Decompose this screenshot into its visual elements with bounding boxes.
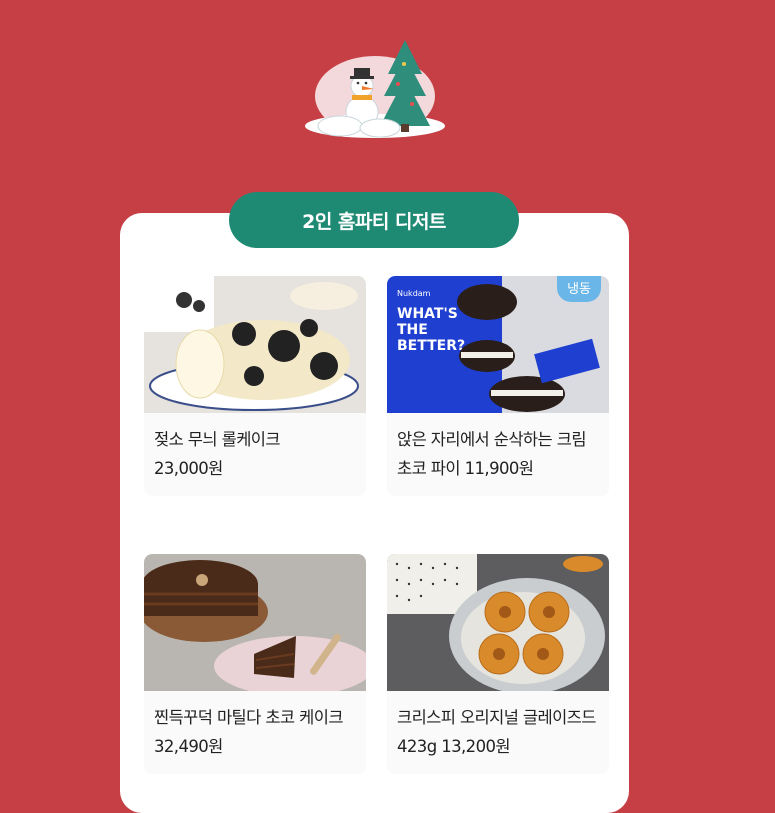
snowman-tree-illustration: [300, 34, 450, 142]
product-item-roll-cake[interactable]: 젖소 무늬 롤케이크 23,000원: [144, 276, 366, 496]
product-image[interactable]: [144, 276, 366, 413]
frozen-badge: 냉동: [557, 276, 601, 302]
product-name[interactable]: 젖소 무늬 롤케이크: [154, 430, 281, 449]
section-title-pill: 2인 홈파티 디저트: [229, 192, 519, 248]
product-price: 32,490원: [154, 737, 223, 756]
product-item-choco-pie[interactable]: Nukdam WHAT'S THE BETTER? 냉동 앉은 자리에서 순삭하…: [387, 276, 609, 496]
package-text-line-1: WHAT'S: [397, 306, 458, 322]
product-image[interactable]: [387, 554, 609, 691]
product-price: 11,900원: [464, 459, 534, 478]
product-price: 13,200원: [441, 737, 510, 756]
product-price: 23,000원: [154, 459, 223, 478]
package-text-line-2: THE: [397, 322, 428, 338]
product-item-glazed-donut[interactable]: 크리스피 오리지널 글레이즈드 423g 13,200원: [387, 554, 609, 774]
product-image[interactable]: [144, 554, 366, 691]
package-text-line-3: BETTER?: [397, 338, 465, 354]
product-item-chocolate-cake[interactable]: 찐득꾸덕 마틸다 초코 케이크 32,490원: [144, 554, 366, 774]
product-name[interactable]: 찐득꾸덕 마틸다 초코 케이크: [154, 708, 344, 727]
section-title: 2인 홈파티 디저트: [302, 210, 446, 233]
product-image[interactable]: Nukdam WHAT'S THE BETTER? 냉동: [387, 276, 609, 413]
package-brand: Nukdam: [397, 289, 431, 298]
